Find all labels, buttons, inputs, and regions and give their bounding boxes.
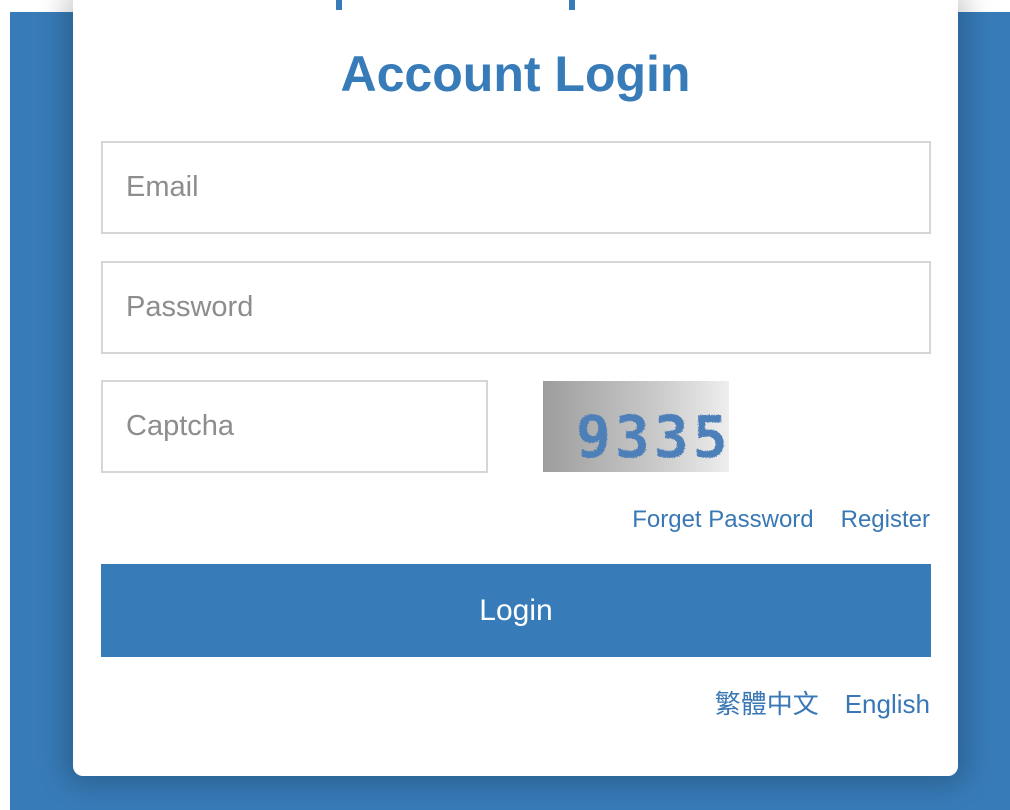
cut-off-glyph xyxy=(336,0,342,10)
account-links: Forget Password Register xyxy=(632,505,930,535)
captcha-image[interactable]: 9335 xyxy=(543,381,729,472)
email-input[interactable] xyxy=(101,141,931,234)
captcha-code: 9335 xyxy=(576,403,729,471)
captcha-graphic: 9335 xyxy=(576,403,729,471)
login-button[interactable]: Login xyxy=(101,564,931,657)
cut-off-glyph xyxy=(569,0,575,10)
language-switcher: 繁體中文 English xyxy=(715,688,930,720)
cut-off-header-text xyxy=(73,0,958,10)
forget-password-link[interactable]: Forget Password xyxy=(632,506,813,533)
language-traditional-chinese-link[interactable]: 繁體中文 xyxy=(715,689,819,719)
login-card: Account Login 9335 Forget Password Regist… xyxy=(73,0,958,776)
language-english-link[interactable]: English xyxy=(845,689,930,719)
register-link[interactable]: Register xyxy=(841,506,930,533)
login-title: Account Login xyxy=(340,46,691,102)
password-input[interactable] xyxy=(101,261,931,354)
captcha-input[interactable] xyxy=(101,380,488,473)
